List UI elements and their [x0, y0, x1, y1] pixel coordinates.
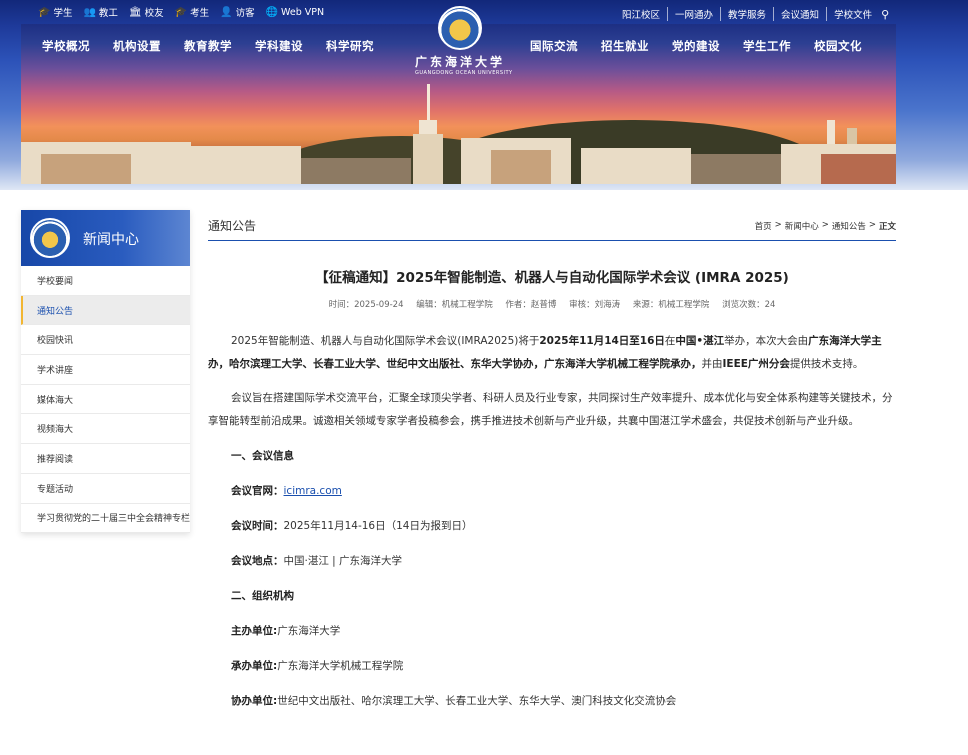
main-nav-right: 国际交流 招生就业 党的建设 学生工作 校园文化 [530, 38, 862, 54]
meeting-website-link[interactable]: icimra.com [284, 485, 342, 497]
audience-link-label: 教工 [98, 8, 118, 19]
audience-link[interactable]: 🌐 Web VPN [266, 5, 325, 19]
article-body: 2025年智能制造、机器人与自动化国际学术会议(IMRA2025)将于2025年… [208, 330, 896, 719]
audience-link-label: 校友 [144, 8, 164, 19]
breadcrumb-news-center[interactable]: 新闻中心 [785, 220, 819, 232]
organizer-row: 承办单位:广东海洋大学机械工程学院 [231, 660, 404, 672]
meeting-place-row: 会议地点：中国·湛江 | 广东海洋大学 [231, 555, 403, 567]
breadcrumb-separator: > [821, 220, 829, 230]
link-meeting-notice[interactable]: 会议通知 [773, 7, 826, 21]
audience-link[interactable]: 👥 教工 [83, 5, 118, 20]
sidebar-item[interactable]: 学术讲座 [21, 355, 190, 385]
users-icon: 👥 [83, 6, 96, 18]
sidebar-item[interactable]: 学习贯彻党的二十届三中全会精神专栏 [21, 503, 190, 534]
visitor-icon: 👤 [220, 6, 233, 18]
logo-english-name: GUANGDONG OCEAN UNIVERSITY [415, 70, 513, 76]
university-emblem-icon [438, 6, 482, 50]
nav-research[interactable]: 科学研究 [326, 38, 374, 54]
section-heading-organization: 二、组织机构 [231, 590, 294, 602]
audience-link-label: 访客 [235, 8, 255, 19]
host-row: 主办单位:广东海洋大学 [231, 625, 341, 637]
meeting-time-row: 会议时间：2025年11月14-16日（14日为报到日） [231, 520, 473, 532]
news-center-sidebar: 新闻中心 学校要闻 通知公告 校园快讯 学术讲座 媒体海大 视频海大 推荐阅读 专题活动 学习贯… [21, 210, 190, 534]
meta-reviewer: 审核：刘海涛 [569, 300, 621, 310]
meta-source: 来源：机械工程学院 [632, 300, 710, 310]
link-one-stop-service[interactable]: 一网通办 [667, 7, 720, 21]
co-organizer-row: 协办单位:世纪中文出版社、哈尔滨理工大学、长春工业大学、东华大学、澳门科技文化交… [231, 695, 677, 707]
audience-link[interactable]: 👤 访客 [220, 5, 255, 20]
nav-campus-culture[interactable]: 校园文化 [814, 38, 862, 54]
article-title: 【征稿通知】2025年智能制造、机器人与自动化国际学术会议 (IMRA 2025… [315, 270, 789, 286]
nav-international[interactable]: 国际交流 [530, 38, 578, 54]
section-heading-meeting-info: 一、会议信息 [231, 450, 294, 462]
graduation-cap-icon: 🎓 [38, 6, 51, 18]
sidebar-item[interactable]: 推荐阅读 [21, 444, 190, 474]
audience-link-label: Web VPN [281, 6, 325, 18]
breadcrumb: 首页 > 新闻中心 > 通知公告 > 正文 [755, 220, 896, 232]
breadcrumb-notices[interactable]: 通知公告 [832, 220, 866, 232]
sidebar-header: 新闻中心 [21, 210, 190, 266]
purpose-paragraph: 会议旨在搭建国际学术交流平台，汇聚全球顶尖学者、科研人员及行业专家，共同探讨生产… [208, 392, 893, 427]
site-header: 🎓 学生 👥 教工 🏛 校友 🎓 考生 👤 访客 🌐 Web VPN 阳江校区 一网通办 教学服务 会… [0, 0, 968, 190]
logo-chinese-name: 广东海洋大学 [415, 55, 506, 69]
nav-admissions[interactable]: 招生就业 [601, 38, 649, 54]
section-header: 通知公告 首页 > 新闻中心 > 通知公告 > 正文 [208, 214, 896, 241]
breadcrumb-home[interactable]: 首页 [755, 220, 772, 232]
breadcrumb-current: 正文 [878, 222, 896, 232]
meeting-website-row: 会议官网：icimra.com [231, 485, 342, 497]
breadcrumb-separator: > [868, 220, 876, 230]
audience-link[interactable]: 🎓 考生 [174, 5, 210, 20]
meta-author: 作者：赵普博 [505, 300, 557, 310]
audience-link[interactable]: 🏛 校友 [128, 5, 164, 20]
link-yangjiang-campus[interactable]: 阳江校区 [622, 7, 667, 21]
sidebar-item[interactable]: 通知公告 [21, 295, 190, 326]
meta-editor: 编辑：机械工程学院 [416, 300, 493, 310]
university-logo[interactable]: 广东海洋大学 GUANGDONG OCEAN UNIVERSITY [415, 6, 513, 76]
globe-icon: 🌐 [265, 6, 279, 18]
meta-views: 浏览次数：24 [722, 300, 776, 310]
link-school-documents[interactable]: 学校文件 [826, 7, 879, 21]
main-nav-left: 学校概况 机构设置 教育教学 学科建设 科学研究 [42, 38, 374, 54]
sidebar-item[interactable]: 视频海大 [21, 414, 190, 445]
audience-link[interactable]: 🎓 学生 [38, 5, 73, 20]
breadcrumb-separator: > [774, 220, 782, 230]
sidebar-title: 新闻中心 [83, 232, 139, 248]
section-title: 通知公告 [208, 219, 257, 233]
audience-link-label: 考生 [190, 8, 210, 19]
intro-paragraph: 2025年智能制造、机器人与自动化国际学术会议(IMRA2025)将于2025年… [208, 335, 882, 370]
alumni-icon: 🏛 [128, 6, 142, 18]
nav-party-building[interactable]: 党的建设 [672, 38, 720, 54]
sidebar-emblem-icon [30, 218, 70, 258]
graduation-cap-icon: 🎓 [174, 6, 188, 18]
sidebar-item[interactable]: 媒体海大 [21, 384, 190, 415]
nav-school-overview[interactable]: 学校概况 [42, 38, 90, 54]
nav-organizations[interactable]: 机构设置 [113, 38, 161, 54]
sidebar-item[interactable]: 校园快讯 [21, 325, 190, 356]
nav-education[interactable]: 教育教学 [184, 38, 232, 54]
meta-time: 时间：2025-09-24 [328, 300, 404, 310]
sidebar-item[interactable]: 专题活动 [21, 473, 190, 504]
audience-link-label: 学生 [53, 8, 73, 19]
article-meta: 时间：2025-09-24 编辑：机械工程学院 作者：赵普博 审核：刘海涛 来源… [208, 298, 896, 310]
audience-links: 🎓 学生 👥 教工 🏛 校友 🎓 考生 👤 访客 🌐 Web VPN [38, 5, 325, 20]
utility-links: 阳江校区 一网通办 教学服务 会议通知 学校文件 ⚲ [622, 7, 889, 21]
search-icon[interactable]: ⚲ [881, 8, 889, 21]
nav-student-affairs[interactable]: 学生工作 [743, 38, 791, 54]
link-teaching-service[interactable]: 教学服务 [720, 7, 773, 21]
nav-disciplines[interactable]: 学科建设 [255, 38, 303, 54]
sidebar-item[interactable]: 学校要闻 [21, 266, 190, 296]
